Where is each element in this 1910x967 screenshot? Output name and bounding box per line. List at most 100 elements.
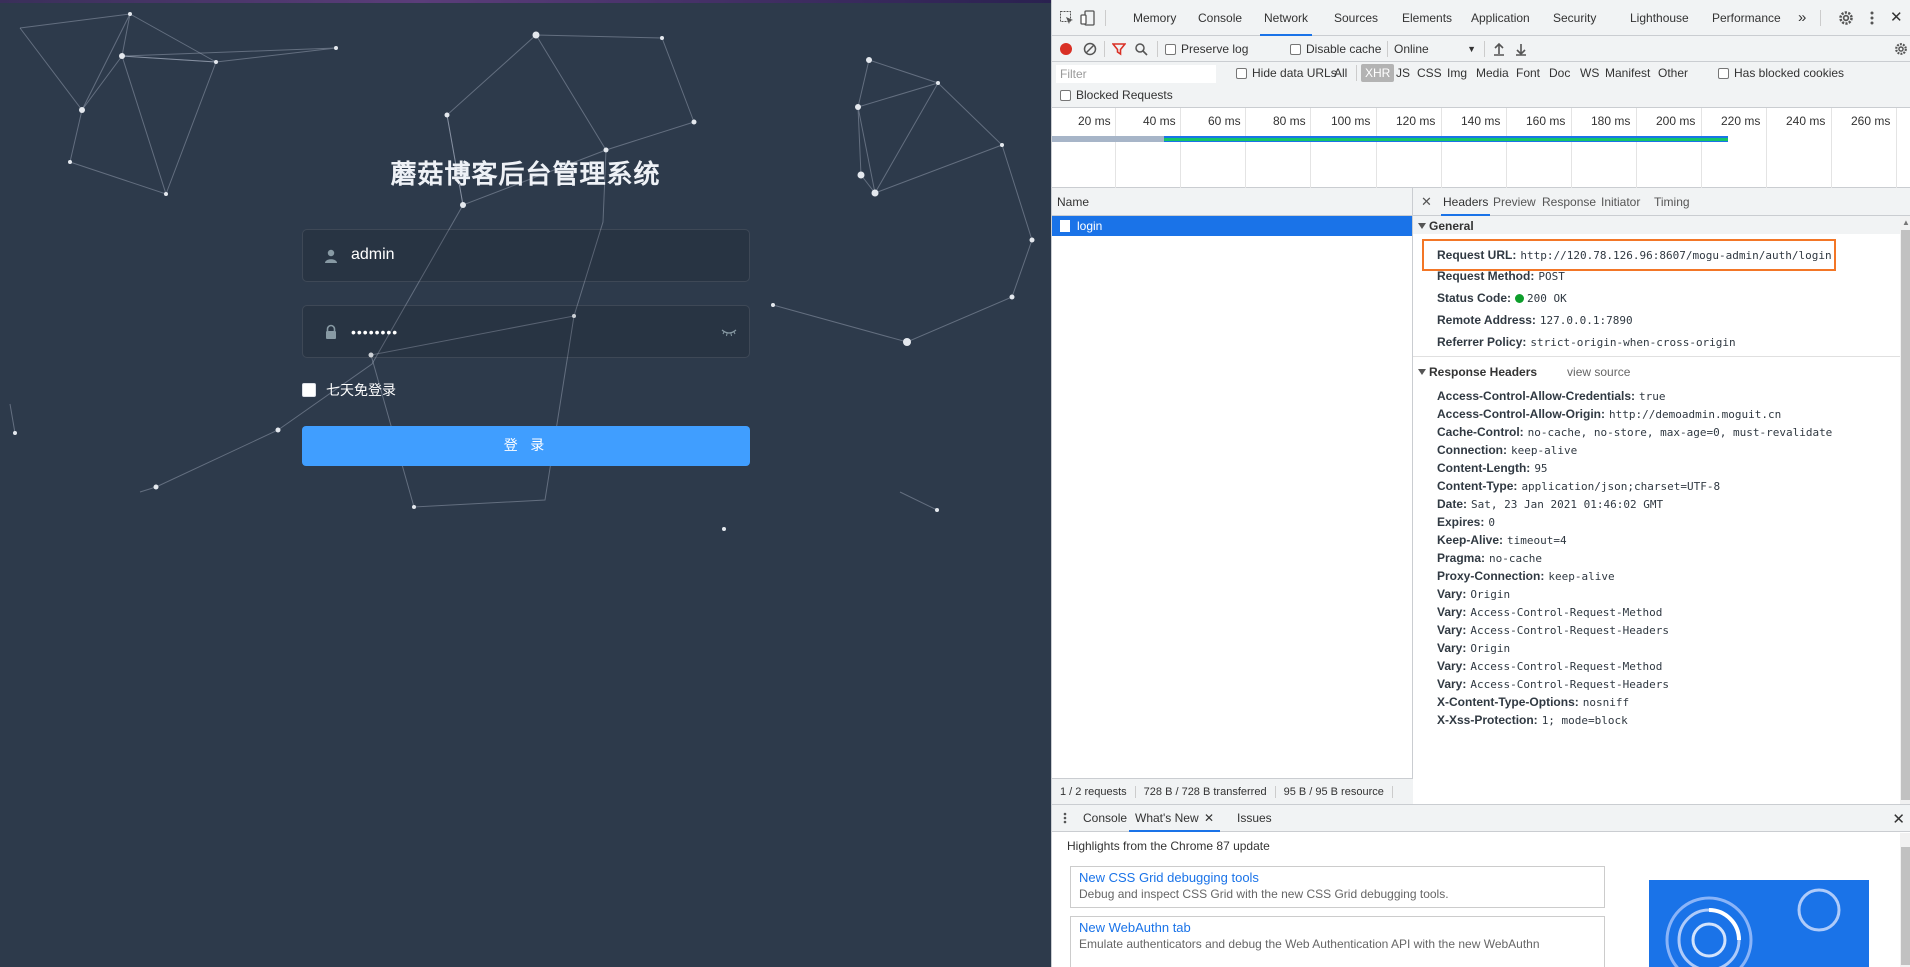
disable-cache-checkbox[interactable]: Disable cache [1290, 36, 1381, 62]
tab-sources[interactable]: Sources [1334, 0, 1378, 36]
blocked-requests-checkbox[interactable]: Blocked Requests [1060, 82, 1173, 108]
export-har-icon[interactable] [1514, 42, 1528, 56]
clear-icon[interactable] [1083, 42, 1097, 56]
timeline-label: 20 ms [1078, 114, 1111, 128]
record-icon[interactable] [1059, 42, 1073, 56]
response-header-row: Date: Sat, 23 Jan 2021 01:46:02 GMT [1437, 494, 1663, 514]
response-header-key: X-Xss-Protection: [1437, 713, 1538, 727]
tab-application[interactable]: Application [1471, 0, 1530, 36]
device-toolbar-icon[interactable] [1080, 10, 1096, 26]
filter-type-xhr[interactable]: XHR [1361, 64, 1395, 82]
expand-triangle-icon [1418, 369, 1426, 375]
tab-console[interactable]: Console [1198, 0, 1242, 36]
close-drawer-icon[interactable]: ✕ [1892, 810, 1905, 828]
card-title[interactable]: New WebAuthn tab [1079, 920, 1596, 935]
details-scrollbar[interactable]: ▲ [1900, 216, 1910, 804]
tab-timing[interactable]: Timing [1654, 188, 1690, 216]
scrollbar-thumb[interactable] [1901, 230, 1910, 800]
network-overview-timeline[interactable]: 20 ms 40 ms 60 ms 80 ms 100 ms 120 ms 14… [1052, 108, 1910, 188]
response-header-value: nosniff [1582, 696, 1630, 709]
import-har-icon[interactable] [1492, 42, 1506, 56]
filter-type-img[interactable]: Img [1445, 64, 1469, 82]
filter-type-ws[interactable]: WS [1578, 64, 1601, 82]
filter-type-manifest[interactable]: Manifest [1603, 64, 1652, 82]
network-settings-gear-icon[interactable] [1894, 42, 1908, 56]
timeline-gridline [1180, 108, 1181, 188]
throttle-value: Online [1394, 42, 1429, 56]
tab-response[interactable]: Response [1542, 188, 1596, 216]
filter-type-doc[interactable]: Doc [1547, 64, 1572, 82]
view-source-link[interactable]: view source [1567, 365, 1630, 379]
tab-lighthouse[interactable]: Lighthouse [1630, 0, 1689, 36]
response-header-key: X-Content-Type-Options: [1437, 695, 1579, 709]
response-header-key: Access-Control-Allow-Origin: [1437, 407, 1606, 421]
response-headers-toggle[interactable]: Response Headers view source [1418, 365, 1630, 379]
close-tab-icon[interactable]: ✕ [1204, 811, 1214, 825]
response-header-key: Vary: [1437, 677, 1467, 691]
card-description: Debug and inspect CSS Grid with the new … [1079, 887, 1449, 901]
timeline-gridline [1441, 108, 1442, 188]
separator [1356, 65, 1357, 81]
filter-type-media[interactable]: Media [1474, 64, 1511, 82]
preserve-log-checkbox[interactable]: Preserve log [1165, 36, 1248, 62]
username-input[interactable]: admin [302, 229, 750, 282]
more-options-icon[interactable] [1864, 10, 1880, 26]
whats-new-card[interactable]: New WebAuthn tab Emulate authenticators … [1070, 916, 1605, 967]
response-header-key: Vary: [1437, 587, 1467, 601]
filter-type-js[interactable]: JS [1394, 64, 1412, 82]
separator [1105, 10, 1106, 26]
response-header-value: true [1639, 390, 1666, 403]
request-name: login [1077, 219, 1103, 233]
timeline-label: 60 ms [1208, 114, 1241, 128]
timeline-gridline [1766, 108, 1767, 188]
card-title[interactable]: New CSS Grid debugging tools [1079, 870, 1596, 885]
filter-type-font[interactable]: Font [1514, 64, 1542, 82]
scroll-up-arrow-icon[interactable]: ▲ [1902, 218, 1910, 227]
drawer-tab-issues[interactable]: Issues [1237, 805, 1272, 832]
response-header-row: Vary: Access-Control-Request-Headers [1437, 620, 1669, 640]
settings-gear-icon[interactable] [1838, 10, 1854, 26]
close-details-icon[interactable]: ✕ [1421, 188, 1432, 216]
tab-memory[interactable]: Memory [1133, 0, 1176, 36]
general-section-toggle[interactable]: General [1418, 219, 1474, 233]
remote-address-value: 127.0.0.1:7890 [1539, 314, 1633, 327]
remember-me[interactable]: 七天免登录 [302, 381, 396, 399]
tab-security[interactable]: Security [1553, 0, 1596, 36]
tab-preview[interactable]: Preview [1493, 188, 1536, 216]
eye-closed-icon[interactable] [721, 326, 737, 338]
timeline-label: 100 ms [1331, 114, 1371, 128]
inspect-element-icon[interactable] [1059, 10, 1075, 26]
password-input[interactable]: •••••••• [302, 305, 750, 358]
drawer-menu-icon[interactable] [1063, 812, 1067, 824]
filter-type-all[interactable]: All [1332, 64, 1349, 82]
whats-new-label: What's New [1135, 811, 1199, 825]
hide-data-urls-checkbox[interactable]: Hide data URLs [1236, 60, 1337, 86]
login-button[interactable]: 登 录 [302, 426, 750, 466]
response-header-row: X-Content-Type-Options: nosniff [1437, 692, 1629, 712]
filter-type-other[interactable]: Other [1656, 64, 1690, 82]
close-devtools-icon[interactable]: ✕ [1890, 0, 1903, 36]
tab-performance[interactable]: Performance [1712, 0, 1781, 36]
filter-input[interactable]: Filter [1056, 65, 1216, 83]
filter-funnel-icon[interactable] [1112, 42, 1126, 56]
throttle-select[interactable]: Online ▼ [1394, 36, 1476, 62]
tab-elements[interactable]: Elements [1402, 0, 1452, 36]
whats-new-card[interactable]: New CSS Grid debugging tools Debug and i… [1070, 866, 1605, 908]
tab-headers[interactable]: Headers [1441, 188, 1491, 216]
drawer-scrollbar[interactable] [1900, 833, 1910, 967]
drawer-tab-console[interactable]: Console [1083, 805, 1127, 832]
filter-type-css[interactable]: CSS [1415, 64, 1444, 82]
tab-network[interactable]: Network [1260, 0, 1313, 36]
search-icon[interactable] [1134, 42, 1148, 56]
scrollbar-thumb[interactable] [1901, 847, 1910, 965]
drawer-tab-whats-new[interactable]: What's New ✕ [1129, 805, 1221, 832]
remember-checkbox[interactable] [302, 383, 316, 397]
timeline-label: 160 ms [1526, 114, 1566, 128]
tab-initiator[interactable]: Initiator [1601, 188, 1640, 216]
more-tabs-icon[interactable]: » [1798, 0, 1806, 36]
request-row-login[interactable]: login [1052, 216, 1412, 236]
response-header-key: Vary: [1437, 623, 1467, 637]
response-header-value: Access-Control-Request-Method [1470, 606, 1663, 619]
request-list-header[interactable]: Name [1052, 188, 1412, 216]
has-blocked-cookies-checkbox[interactable]: Has blocked cookies [1718, 60, 1844, 86]
